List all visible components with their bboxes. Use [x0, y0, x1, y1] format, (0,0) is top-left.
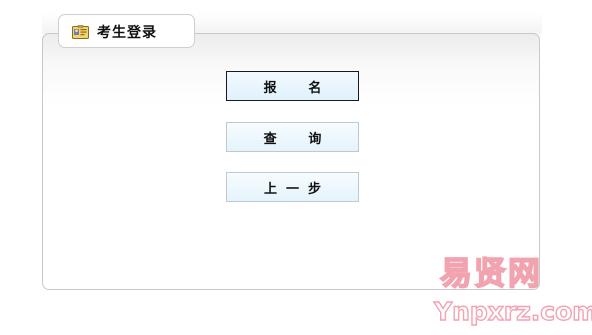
login-tab-header: 考生登录 — [58, 14, 195, 48]
page-title: 考生登录 — [97, 25, 157, 41]
back-button[interactable]: 上 一 步 — [226, 172, 359, 202]
id-card-icon — [72, 24, 89, 39]
site-watermark: 易贤网 Ynpxrz.com — [432, 253, 592, 327]
register-button[interactable]: 报 名 — [226, 71, 359, 101]
query-button-label: 查 询 — [263, 131, 322, 147]
back-button-label: 上 一 步 — [263, 181, 322, 197]
watermark-line2: Ynpxrz.com — [433, 297, 592, 326]
query-button[interactable]: 查 询 — [226, 122, 359, 152]
watermark-line1: 易贤网 — [440, 254, 542, 292]
register-button-label: 报 名 — [263, 80, 322, 96]
